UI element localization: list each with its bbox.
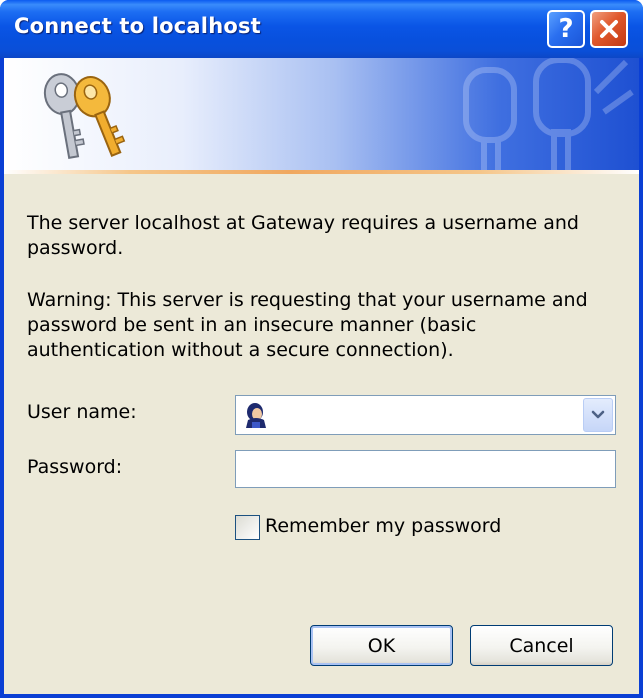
cancel-button[interactable]: Cancel: [470, 625, 613, 666]
username-label: User name:: [27, 401, 137, 423]
dialog-window: Connect to localhost ? The server localh…: [0, 0, 643, 698]
server-message: The server localhost at Gateway requires…: [27, 212, 579, 259]
banner: [4, 58, 639, 174]
remember-password-checkbox[interactable]: [235, 515, 260, 540]
username-input[interactable]: [274, 400, 578, 432]
dialog-client-area: The server localhost at Gateway requires…: [4, 58, 639, 694]
title-bar[interactable]: Connect to localhost ?: [0, 0, 643, 58]
keys-watermark-icon: [463, 58, 634, 174]
remember-password-label[interactable]: Remember my password: [265, 515, 501, 537]
help-button[interactable]: ?: [547, 10, 585, 48]
ok-button[interactable]: OK: [310, 625, 453, 666]
banner-divider: [4, 170, 639, 174]
warning-message: Warning: This server is requesting that …: [27, 289, 588, 361]
keys-icon: [43, 73, 126, 159]
close-x-icon: [600, 20, 618, 38]
close-button[interactable]: [590, 10, 628, 48]
chevron-down-icon: [591, 410, 605, 419]
window-title: Connect to localhost: [14, 14, 261, 38]
password-field[interactable]: [235, 450, 616, 488]
username-dropdown-button[interactable]: [583, 398, 613, 432]
username-combobox[interactable]: [235, 395, 616, 435]
password-label: Password:: [27, 456, 123, 478]
user-icon: [246, 403, 266, 428]
